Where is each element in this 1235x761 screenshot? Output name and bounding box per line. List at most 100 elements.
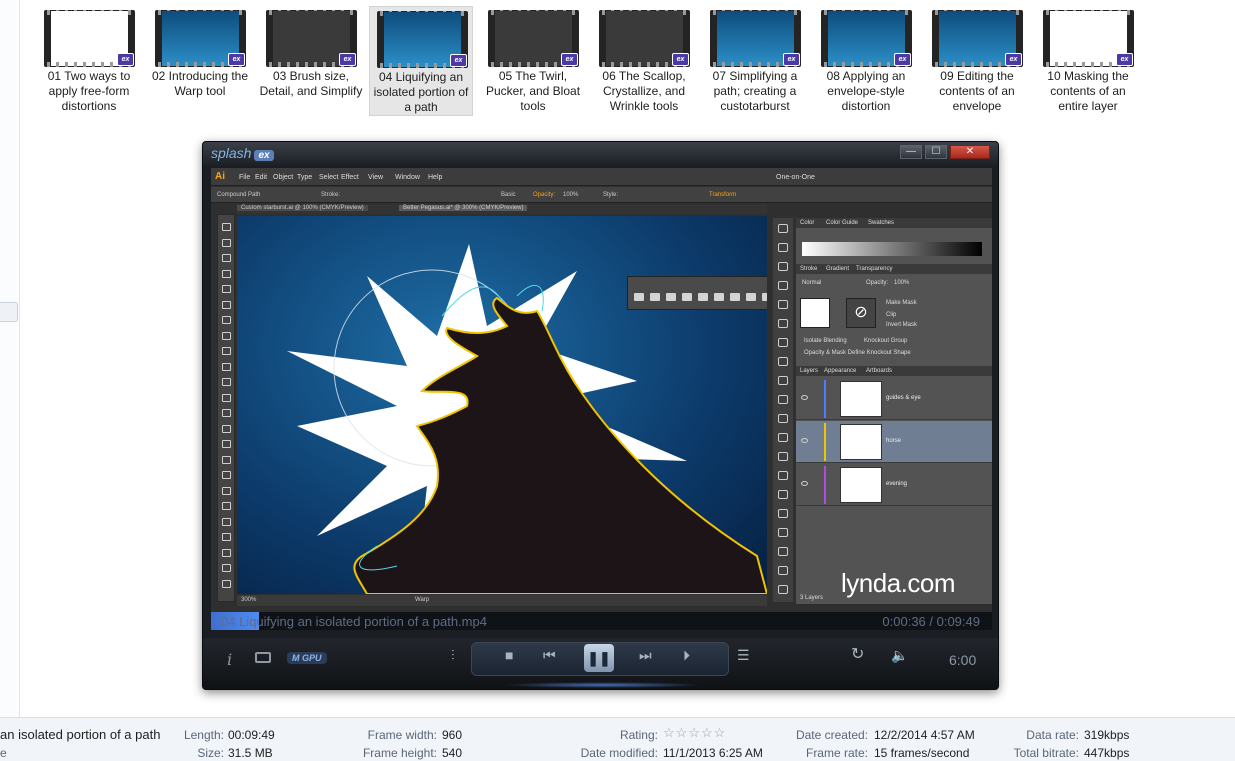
file-type-truncated: e	[0, 746, 7, 760]
video-thumbnail[interactable]: ex 02 Introducing the Warp tool	[148, 6, 252, 116]
illustrator-status-bar: 300% Warp	[237, 595, 767, 606]
thumbnail-caption: 01 Two ways to apply free-form distortio…	[47, 69, 131, 113]
navigation-pane-edge	[0, 0, 20, 717]
mask-thumbnail	[800, 298, 830, 328]
liquify-tool-icon	[666, 293, 676, 301]
panel-icon	[778, 433, 788, 442]
now-playing-filename: 04 Liquifying an isolated portion of a p…	[221, 614, 487, 629]
panel-icon	[778, 281, 788, 290]
thumbnail-caption: 02 Introducing the Warp tool	[151, 69, 249, 98]
menu-item: Help	[428, 174, 443, 181]
layer-color-bar	[824, 380, 826, 418]
no-mask-icon: ⊘	[846, 298, 876, 328]
tool-icon	[222, 269, 231, 278]
thumbnail-caption: 06 The Scallop, Crystallize, and Wrinkle…	[602, 69, 686, 113]
next-button[interactable]: ⏭	[639, 648, 652, 662]
thumbnail-image: ex	[932, 10, 1023, 67]
splash-logo: splash ex	[211, 145, 274, 161]
brush-definition: Basic	[501, 192, 516, 198]
tool-icon	[222, 486, 231, 495]
thumbnail-caption: 09 Editing the contents of an envelope	[939, 69, 1015, 113]
panel-icon	[778, 262, 788, 271]
tool-icon	[222, 254, 231, 262]
panel-icon	[778, 490, 788, 499]
panel-icon	[778, 224, 788, 233]
thumbnail-image: ex	[710, 10, 801, 67]
panel-icon	[778, 471, 788, 480]
isolate-blending: Isolate Blending	[804, 338, 847, 344]
illustrator-menubar: Ai File Edit Object Type Select Effect V…	[211, 168, 992, 186]
transparency-panel-tabs: Stroke Gradient Transparency	[796, 264, 992, 274]
tab-color-guide: Color Guide	[826, 220, 859, 226]
liquify-tool-icon	[698, 293, 708, 301]
camera-icon[interactable]	[255, 652, 271, 663]
gpu-badge[interactable]: M GPU	[287, 652, 327, 664]
tab-artboards: Artboards	[866, 368, 893, 374]
panel-icon	[778, 357, 788, 366]
thumbnail-caption: 05 The Twirl, Pucker, and Bloat tools	[485, 69, 581, 113]
doc-tab: Custom starburst.ai @ 100% (CMYK/Preview…	[237, 205, 368, 211]
panel-icon	[778, 414, 788, 423]
info-icon[interactable]: i	[227, 650, 232, 669]
opacity-value: 100%	[563, 192, 579, 198]
ex-badge-icon: ex	[783, 53, 800, 66]
tab-gradient: Gradient	[826, 266, 850, 272]
tool-icon	[222, 393, 231, 402]
tool-icon	[222, 564, 231, 572]
tool-icon	[222, 517, 231, 526]
tool-icon	[222, 285, 231, 293]
video-thumbnail[interactable]: ex 01 Two ways to apply free-form distort…	[37, 6, 141, 116]
thumbnail-image: ex	[821, 10, 912, 67]
liquify-tool-icon	[634, 293, 644, 301]
tool-icon	[222, 548, 231, 557]
stop-button[interactable]: ■	[505, 648, 513, 662]
frame-width-value: 960	[442, 728, 463, 742]
frame-width-label: Frame width:	[367, 728, 437, 742]
pause-button[interactable]: ❚❚	[584, 644, 614, 672]
panel-icon	[778, 300, 788, 309]
minimize-button[interactable]: —	[900, 145, 922, 159]
ex-badge-icon: ex	[561, 53, 578, 66]
menu-item: View	[368, 174, 384, 181]
rating-stars[interactable]: ☆☆☆☆☆	[663, 725, 726, 741]
date-created-value: 12/2/2014 4:57 AM	[874, 728, 975, 742]
selected-file-title: an isolated portion of a path	[0, 727, 161, 742]
layer-thumbnail	[840, 467, 882, 503]
previous-button[interactable]: ⏮	[543, 648, 556, 662]
video-thumbnail[interactable]: ex 10 Masking the contents of an entire l…	[1036, 6, 1140, 116]
total-bitrate-value: 447kbps	[1084, 746, 1130, 760]
size-value: 31.5 MB	[228, 746, 273, 760]
frame-rate-value: 15 frames/second	[874, 746, 970, 760]
panel-icon	[778, 547, 788, 556]
player-titlebar[interactable]: splash ex — ☐ ✕	[203, 142, 998, 166]
close-button[interactable]: ✕	[950, 145, 990, 159]
volume-icon[interactable]: 🔈	[891, 648, 908, 662]
panel-icon	[778, 319, 788, 328]
layer-name: guides & eye	[886, 395, 921, 401]
maximize-button[interactable]: ☐	[925, 145, 947, 159]
liquify-tool-icon	[650, 293, 660, 301]
navigation-pane-splitter[interactable]	[0, 302, 18, 322]
total-bitrate-label: Total bitrate:	[1013, 746, 1079, 760]
thumbnail-caption: 04 Liquifying an isolated portion of a p…	[373, 70, 469, 114]
video-thumbnail[interactable]: ex 06 The Scallop, Crystallize, and Wrink…	[592, 6, 696, 116]
ex-badge-icon: ex	[672, 53, 689, 66]
document-tabs: Custom starburst.ai @ 100% (CMYK/Preview…	[237, 204, 767, 214]
layer-name: horse	[886, 438, 902, 444]
video-thumbnail[interactable]: ex 09 Editing the contents of an envelope	[925, 6, 1029, 116]
video-thumbnail[interactable]: ex 07 Simplifying a path; creating a cust…	[703, 6, 807, 116]
video-thumbnail[interactable]: ex 04 Liquifying an isolated portion of a…	[369, 6, 473, 116]
tool-icon	[222, 223, 231, 231]
video-thumbnail[interactable]: ex 05 The Twirl, Pucker, and Bloat tools	[481, 6, 585, 116]
repeat-icon[interactable]: ↻	[851, 647, 864, 663]
length-label: Length:	[183, 728, 224, 742]
playback-controls: i M GPU ⫶ ■ ⏮ ❚❚ ⏭ ⏵ ☰ ↻ 🔈 6:00	[203, 638, 998, 689]
video-thumbnail[interactable]: ex 03 Brush size, Detail, and Simplify	[259, 6, 363, 116]
video-frame[interactable]: Ai File Edit Object Type Select Effect V…	[211, 168, 992, 612]
equalizer-icon[interactable]: ⫶	[451, 648, 455, 662]
video-thumbnail[interactable]: ex 08 Applying an envelope-style distorti…	[814, 6, 918, 116]
step-forward-button[interactable]: ⏵	[683, 648, 690, 662]
liquify-tools-flyout	[627, 276, 767, 310]
playlist-icon[interactable]: ☰	[737, 648, 750, 662]
menu-item: Window	[395, 174, 420, 181]
